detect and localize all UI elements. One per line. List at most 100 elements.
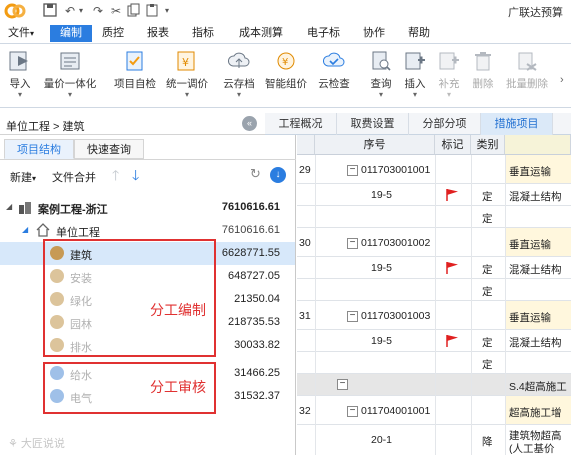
cloud-archive-icon (227, 52, 250, 68)
table-row[interactable]: 19-5 定 混凝土结构 (297, 184, 571, 206)
ribbon-more-icon[interactable]: › (560, 74, 564, 86)
cloud-archive-button[interactable]: 云存档 ▾ (218, 46, 260, 106)
table-row[interactable]: 31 − 011703001003 垂直运输 (297, 301, 571, 330)
document-tabs: 工程概况 取费设置 分部分项 措施项目 (265, 113, 571, 135)
menu-file[interactable]: 文件▾ (2, 25, 40, 42)
building-icon (19, 202, 31, 214)
grid-header-mark[interactable]: 标记 (435, 135, 471, 155)
cut-icon[interactable]: ✂ (108, 3, 124, 19)
adjust-price-button[interactable]: ¥ 统一调价 ▾ (162, 46, 212, 106)
collapse-icon[interactable]: − (347, 311, 358, 322)
chevron-down-icon: ▾ (184, 90, 189, 99)
smart-pricing-icon: ¥ (277, 52, 295, 70)
svg-text:¥: ¥ (282, 57, 288, 68)
tab-project-structure[interactable]: 项目结构 (4, 139, 74, 159)
batch-delete-button[interactable]: 批量删除 (502, 46, 552, 106)
table-row[interactable]: 30 − 011703001002 垂直运输 (297, 228, 571, 257)
watermark: ⚘ 大匠说说 (8, 438, 65, 450)
collapse-icon[interactable]: − (347, 165, 358, 176)
undo-dropdown-icon[interactable]: ▾ (76, 3, 86, 19)
volume-price-icon (60, 52, 80, 70)
menu-edit[interactable]: 编制 (50, 25, 92, 42)
supplement-button[interactable]: 补充 ▾ (432, 46, 466, 106)
app-logo-icon (4, 3, 26, 19)
chevron-down-icon: ▾ (446, 90, 451, 99)
tab-sub-items[interactable]: 分部分项 (409, 113, 481, 135)
quick-access-dropdown-icon[interactable]: ▾ (162, 3, 172, 19)
table-row-section[interactable]: − S.4超高施工 (297, 374, 571, 396)
edit-division-label: 分工编制 (150, 302, 206, 318)
chevron-down-icon: ▾ (17, 90, 22, 99)
menu-quality[interactable]: 质控 (96, 25, 130, 42)
save-icon[interactable] (42, 3, 58, 19)
paste-icon[interactable] (144, 3, 160, 19)
tab-divider (0, 159, 296, 160)
smart-pricing-button[interactable]: ¥ 智能组价 (260, 46, 312, 106)
breadcrumb-text: 单位工程 > 建筑 (6, 121, 85, 133)
menu-bar: 文件▾ 编制 质控 报表 指标 成本测算 电子标 协作 帮助 (0, 22, 571, 44)
flag-icon[interactable] (445, 334, 459, 347)
grid-header-code[interactable]: 序号 (315, 135, 435, 155)
self-check-icon (126, 51, 143, 71)
collapse-icon[interactable]: − (347, 406, 358, 417)
tab-quick-search[interactable]: 快速查询 (74, 139, 144, 159)
cloud-check-button[interactable]: 云检查 (312, 46, 356, 106)
table-row[interactable]: 29 − 011703001001 垂直运输 (297, 155, 571, 184)
menu-cost-estimate[interactable]: 成本测算 (233, 25, 289, 42)
table-row[interactable]: 定 (297, 352, 571, 374)
adjust-price-icon: ¥ (177, 51, 195, 71)
table-row[interactable]: 定 (297, 279, 571, 301)
import-icon (9, 51, 28, 71)
new-button[interactable]: 新建▾ (10, 169, 36, 185)
menu-e-bid[interactable]: 电子标 (301, 25, 346, 42)
grid-header-type[interactable]: 类别 (471, 135, 505, 155)
table-row[interactable]: 20-1 降 建筑物超高 (人工基价 (297, 425, 571, 455)
delete-icon (475, 52, 491, 71)
house-icon (36, 223, 50, 237)
measures-grid: 序号 标记 类别 29 − 011703001001 垂直运输 19-5 定 混… (297, 135, 571, 455)
chevron-down-icon: ▾ (67, 90, 72, 99)
table-row[interactable]: 定 (297, 206, 571, 228)
menu-report[interactable]: 报表 (141, 25, 175, 42)
review-division-label: 分工审核 (150, 379, 206, 395)
batch-delete-icon (518, 52, 537, 71)
tab-measures[interactable]: 措施项目 (481, 113, 553, 135)
collapse-icon[interactable]: − (337, 379, 348, 390)
menu-help[interactable]: 帮助 (402, 25, 436, 42)
copy-icon[interactable] (126, 3, 142, 19)
tree-row-project[interactable]: ◢ 案例工程-浙江 7610616.61 (0, 196, 295, 219)
chevron-down-icon: ▾ (236, 90, 241, 99)
query-icon (372, 51, 391, 71)
download-icon[interactable]: ↓ (270, 167, 286, 183)
delete-button[interactable]: 删除 (466, 46, 500, 106)
import-button[interactable]: 导入 ▾ (2, 46, 38, 106)
collapse-icon[interactable]: − (347, 238, 358, 249)
table-row[interactable]: 19-5 定 混凝土结构 (297, 257, 571, 279)
ribbon-toolbar: 导入 ▾ 量价一体化 ▾ 项目自检 ¥ 统一调价 ▾ 云存档 ▾ ¥ 智能组价 … (0, 44, 571, 108)
tab-fee-settings[interactable]: 取费设置 (337, 113, 409, 135)
grid-header-desc[interactable] (505, 135, 571, 155)
move-up-icon[interactable]: 🡑 (112, 165, 119, 189)
insert-button[interactable]: 插入 ▾ (398, 46, 432, 106)
query-button[interactable]: 查询 ▾ (364, 46, 398, 106)
redo-icon[interactable]: ↷ (90, 3, 106, 19)
edit-division-box (43, 239, 216, 357)
self-check-button[interactable]: 项目自检 (110, 46, 160, 106)
refresh-icon[interactable]: ↻ (250, 166, 261, 182)
menu-collab[interactable]: 协作 (357, 25, 391, 42)
tab-project-overview[interactable]: 工程概况 (265, 113, 337, 135)
flag-icon[interactable] (445, 261, 459, 274)
expand-icon[interactable]: ◢ (22, 225, 28, 234)
merge-files-button[interactable]: 文件合并 (52, 169, 96, 185)
table-row[interactable]: 19-5 定 混凝土结构 (297, 330, 571, 352)
move-down-icon[interactable]: 🡓 (132, 165, 139, 189)
table-row[interactable]: 32 − 011704001001 超高施工增 (297, 396, 571, 425)
grid-header-rownum (297, 135, 315, 155)
flag-icon[interactable] (445, 188, 459, 201)
volume-price-button[interactable]: 量价一体化 ▾ (40, 46, 100, 106)
breadcrumb: 单位工程 > 建筑 « (0, 113, 265, 135)
expand-icon[interactable]: ◢ (6, 202, 12, 211)
menu-index[interactable]: 指标 (186, 25, 220, 42)
cloud-check-icon (322, 52, 345, 67)
collapse-panel-icon[interactable]: « (242, 116, 257, 131)
